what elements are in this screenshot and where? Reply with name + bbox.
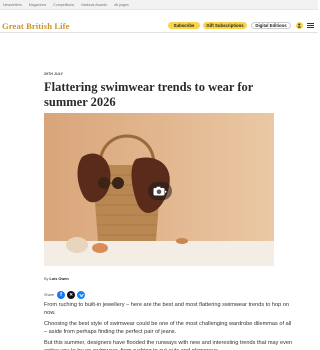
- camera-icon: [153, 186, 167, 196]
- hamburger-icon-line: [307, 25, 314, 26]
- site-header: Great British Life Subscribe Gift Subscr…: [0, 10, 318, 33]
- site-logo[interactable]: Great British Life: [2, 21, 70, 31]
- menu-button[interactable]: [307, 23, 314, 28]
- gallery-button[interactable]: [148, 182, 172, 200]
- user-icon: [297, 23, 302, 28]
- article-paragraph: But this summer, designers have flooded …: [44, 340, 293, 350]
- article-date: 29TH JULY: [44, 72, 64, 76]
- hamburger-icon-line: [307, 27, 314, 28]
- nav-link-all-pages[interactable]: All pages: [114, 3, 129, 7]
- article-paragraph: Choosing the best style of swimwear coul…: [44, 321, 292, 335]
- share-label: Share: [44, 293, 55, 297]
- subscribe-button[interactable]: Subscribe: [168, 22, 200, 29]
- nav-link-national-awards[interactable]: National Awards: [81, 3, 107, 7]
- bluesky-icon[interactable]: [77, 291, 86, 299]
- share-bar: Share f ✕: [44, 291, 86, 299]
- top-utility-nav: Newsletters Magazines Competitions Natio…: [0, 0, 318, 10]
- nav-link-newsletters[interactable]: Newsletters: [3, 3, 22, 7]
- account-button[interactable]: [296, 22, 303, 29]
- x-twitter-icon[interactable]: ✕: [67, 291, 76, 299]
- byline-prefix: By: [44, 277, 49, 281]
- article-byline: By Lois Owen: [44, 277, 69, 281]
- author-name[interactable]: Lois Owen: [50, 277, 69, 281]
- facebook-icon[interactable]: f: [57, 291, 66, 299]
- hamburger-icon-line: [307, 23, 314, 24]
- article-title: Flattering swimwear trends to wear for s…: [44, 80, 254, 109]
- nav-link-magazines[interactable]: Magazines: [29, 3, 46, 7]
- digital-editions-button[interactable]: Digital Editions: [251, 22, 291, 29]
- article-paragraph: From ruching to built-in jewellery – her…: [44, 302, 289, 316]
- nav-link-competitions[interactable]: Competitions: [53, 3, 74, 7]
- hero-image[interactable]: [44, 113, 274, 266]
- gift-subscriptions-button[interactable]: Gift Subscriptions: [203, 22, 247, 29]
